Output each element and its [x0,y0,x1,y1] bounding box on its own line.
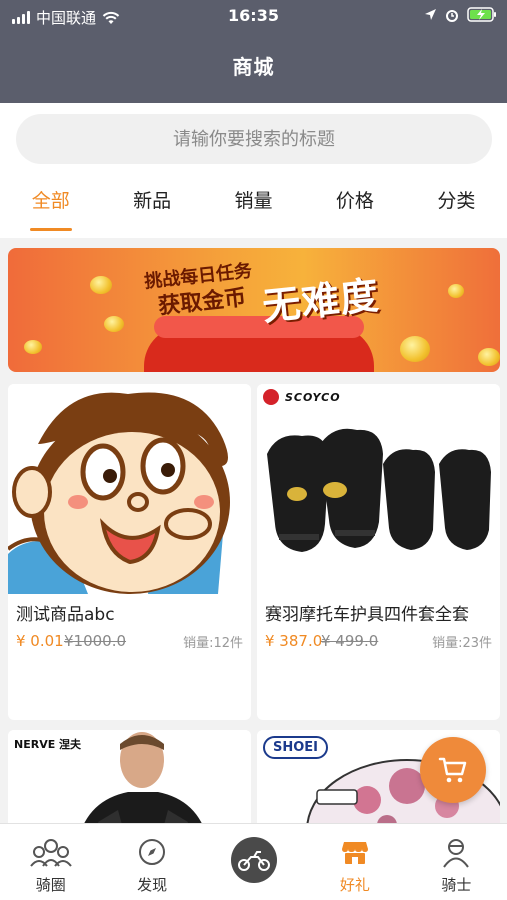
coin-decoration [448,284,464,298]
battery-charging-icon [467,7,496,22]
tab-price[interactable]: 价格 [304,174,405,238]
app-header: 商城 [0,34,507,103]
coin-decoration [24,340,42,354]
bottom-tab-bar: 骑圈 发现 好礼 骑士 [0,823,507,900]
product-name: 赛羽摩托车护具四件套全套 [265,605,469,625]
tabbar-item-rider[interactable]: 骑士 [406,824,507,900]
product-name: 测试商品abc [16,605,115,625]
product-sales: 销量:12件 [183,636,243,651]
tab-new[interactable]: 新品 [101,174,202,238]
banner-slogan: 无难度 [260,272,382,329]
promo-banner[interactable]: 挑战每日任务 获取金币 无难度 [8,248,500,372]
riders-group-icon [29,839,72,867]
coin-decoration [400,336,430,362]
cart-button[interactable] [420,737,486,803]
motorcycle-icon [230,837,277,883]
product-original-price: ¥1000.0 [64,632,127,650]
page-title: 商城 [232,55,275,79]
alarm-icon [446,9,458,22]
search-input[interactable] [16,114,492,164]
search-area [0,103,507,174]
product-price: ¥ 0.01 [16,632,64,650]
product-original-price: ¥ 499.0 [321,632,379,650]
shop-icon [341,842,368,864]
red-bag-illustration [144,316,374,372]
product-image [8,384,251,594]
tabbar-label: 好礼 [339,876,370,894]
cartoon-boy-image [8,384,251,594]
rider-icon [443,839,470,868]
tabbar-label: 骑圈 [35,876,66,894]
tabbar-item-discover[interactable]: 发现 [101,824,202,900]
tabbar-label: 骑士 [441,876,472,894]
product-card[interactable]: SCOYCO 赛羽摩托车护具四件套全套 ¥ 387.0 ¥ 499.0 销量:2… [257,384,500,720]
product-card[interactable]: 测试商品abc ¥ 0.01 ¥1000.0 销量:12件 [8,384,251,720]
coin-decoration [104,316,124,332]
tabbar-item-riders-group[interactable]: 骑圈 [0,824,101,900]
knee-guards-image [257,384,500,594]
tab-category[interactable]: 分类 [406,174,507,238]
brand-logo: SCOYCO [285,391,341,404]
tabbar-label: 发现 [137,876,168,894]
coin-decoration [90,276,112,294]
status-bar: 中国联通 16:35 [0,0,507,34]
product-image: SCOYCO [257,384,500,594]
product-sales: 销量:23件 [432,636,492,651]
cart-icon [438,757,467,783]
tabbar-item-gifts[interactable]: 好礼 [304,824,405,900]
product-price: ¥ 387.0 [265,632,323,650]
status-right [424,7,497,22]
coin-decoration [478,348,500,366]
tab-all[interactable]: 全部 [0,174,101,238]
brand-logo: NERVE 涅夫 [14,738,82,751]
brand-logo: SHOEI [263,736,329,759]
location-arrow-icon [425,9,436,20]
tab-sales[interactable]: 销量 [203,174,304,238]
filter-tabs: 全部 新品 销量 价格 分类 [0,174,507,238]
compass-icon [139,839,166,865]
tabbar-item-center[interactable] [203,824,304,900]
